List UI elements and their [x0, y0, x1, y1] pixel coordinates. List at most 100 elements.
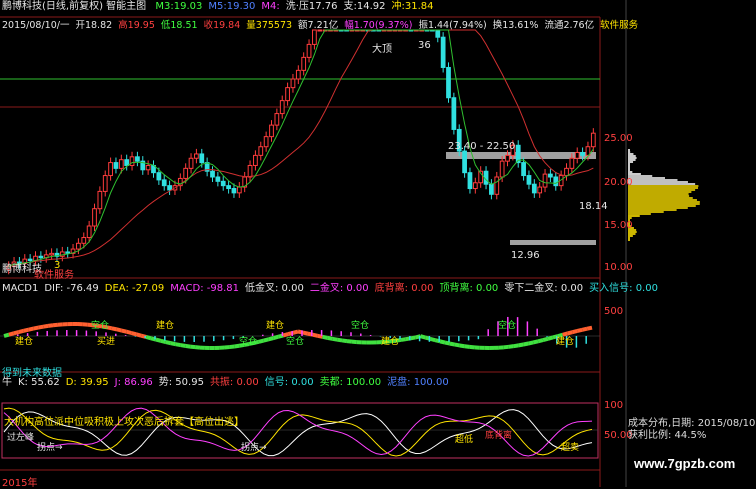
- macd-wave-segment: [450, 344, 455, 345]
- low-label: 12.96: [511, 250, 540, 261]
- candle-body: [275, 114, 279, 126]
- ma-legend: M3:19.03M5:19.30M4:洗·压17.76支:14.92冲:31.8…: [155, 1, 439, 12]
- macd-signal-label: 建仓: [380, 334, 400, 347]
- candle-body: [452, 98, 456, 130]
- macd-wave-segment: [327, 338, 332, 339]
- candle-body: [184, 168, 188, 178]
- top-tag: 大顶: [372, 40, 392, 55]
- candle-body: [87, 226, 91, 238]
- kdj-header-item: 势: 50.95: [159, 377, 204, 388]
- candle-body: [313, 30, 317, 44]
- macd-wave-segment: [293, 332, 298, 333]
- candle-body: [39, 256, 43, 257]
- kdj-signal-label: 拐点→: [36, 440, 64, 453]
- kdj-signal-label: 超卖: [560, 440, 580, 453]
- ma-legend-item: 洗·压17.76: [286, 1, 338, 12]
- candle-body: [441, 37, 445, 67]
- quote-open: 开18.82: [75, 20, 112, 31]
- candle-body: [103, 176, 107, 192]
- macd-wave-segment: [347, 341, 352, 342]
- macd-wave-segment: [337, 340, 342, 341]
- macd-wave-segment: [33, 328, 38, 329]
- candle-body: [77, 243, 81, 249]
- macd-signal-label: 空仓: [350, 318, 370, 331]
- candle-body: [189, 158, 193, 168]
- candle-body: [538, 187, 542, 193]
- price-panel[interactable]: [0, 30, 600, 274]
- quote-amplitude: 振1.44(7.94%): [418, 20, 486, 31]
- macd-header-item: 底背离: 0.00: [375, 283, 434, 294]
- candle-body: [232, 189, 236, 193]
- candle-body: [93, 209, 97, 226]
- ma-legend-item: M3:19.03: [155, 1, 202, 12]
- macd-wave-segment: [146, 337, 151, 338]
- candle-body: [200, 154, 204, 163]
- stock-chart-window: 鹏博科技(日线,前复权) 智能主图 M3:19.03M5:19.30M4:洗·压…: [0, 0, 756, 487]
- kdj-header-item: D: 39.95: [66, 377, 109, 388]
- macd-tick: 500: [604, 306, 623, 317]
- macd-signal-label: 建仓: [155, 318, 175, 331]
- candle-body: [146, 165, 150, 169]
- kdj-header-item: 牛: [2, 377, 12, 388]
- candle-body: [221, 181, 225, 185]
- kdj-signal-label: 超低: [454, 432, 474, 445]
- macd-signal-label: 空仓: [238, 334, 258, 347]
- macd-header-item: 低金叉: 0.00: [245, 283, 304, 294]
- distribution-date: 成本分布,日期: 2015/08/10: [628, 418, 755, 430]
- kdj-header-item: 泥盘: 100.00: [387, 377, 449, 388]
- macd-signal-label: 空仓: [285, 334, 305, 347]
- candle-body: [500, 161, 504, 177]
- distribution-info: 成本分布,日期: 2015/08/10 获利比例: 44.5%: [628, 418, 755, 442]
- candle-body: [162, 180, 166, 186]
- macd-header-item: 顶背离: 0.00: [439, 283, 498, 294]
- candle-body: [522, 163, 526, 176]
- candle-body: [570, 158, 574, 168]
- quote-close: 收19.84: [204, 20, 241, 31]
- macd-signal-label: 买进: [96, 334, 116, 347]
- macd-header-item: 二金叉: 0.00: [310, 283, 369, 294]
- macd-wave-segment: [24, 330, 29, 331]
- macd-header-item: DIF: -76.49: [44, 283, 98, 294]
- price-tick-25: 25.00: [604, 133, 633, 144]
- macd-wave-segment: [538, 340, 543, 341]
- quote-volume: 量375573: [246, 20, 292, 31]
- macd-wave-segment: [131, 333, 136, 334]
- kdj-tick-100: 100: [604, 400, 623, 411]
- macd-wave-segment: [533, 341, 538, 342]
- macd-wave-segment: [127, 332, 132, 333]
- macd-wave-segment: [421, 336, 426, 337]
- quote-high: 高19.95: [118, 20, 155, 31]
- candle-body: [98, 191, 102, 208]
- macd-wave-segment: [176, 344, 181, 345]
- macd-wave-segment: [543, 339, 548, 340]
- quote-turnover: 换13.61%: [493, 20, 539, 31]
- candle-body: [50, 253, 54, 254]
- candle-body: [114, 163, 118, 169]
- macd-wave-segment: [548, 337, 553, 338]
- kdj-signal-label: 过左峰: [6, 430, 35, 443]
- candle-body: [60, 252, 64, 256]
- candle-body: [82, 238, 86, 244]
- peak-label: 36: [418, 40, 431, 51]
- macd-wave-segment: [445, 343, 450, 344]
- macd-wave-segment: [572, 331, 577, 332]
- quote-sector: 软件服务: [600, 20, 638, 31]
- macd-wave-segment: [313, 335, 318, 336]
- candle-body: [490, 184, 494, 194]
- macd-wave-segment: [519, 345, 524, 346]
- macd-wave-segment: [161, 341, 166, 342]
- candle-body: [227, 186, 231, 189]
- macd-wave-segment: [440, 341, 445, 342]
- macd-header-item: MACD: -98.81: [170, 283, 239, 294]
- candle-body: [532, 184, 536, 193]
- range-label: 23.40 - 22.50: [448, 141, 515, 152]
- price-tick-10: 10.00: [604, 262, 633, 273]
- quote-low: 低18.51: [161, 20, 198, 31]
- distribution-ratio: 获利比例: 44.5%: [628, 430, 755, 442]
- candle-body: [237, 187, 241, 193]
- macd-header-item: 买入信号: 0.00: [589, 283, 658, 294]
- macd-header-item: MACD1: [2, 283, 38, 294]
- macd-header: MACD1DIF: -76.49DEA: -27.09MACD: -98.81低…: [2, 283, 664, 295]
- macd-wave-segment: [122, 331, 127, 332]
- macd-signal-label: 空仓: [90, 318, 110, 331]
